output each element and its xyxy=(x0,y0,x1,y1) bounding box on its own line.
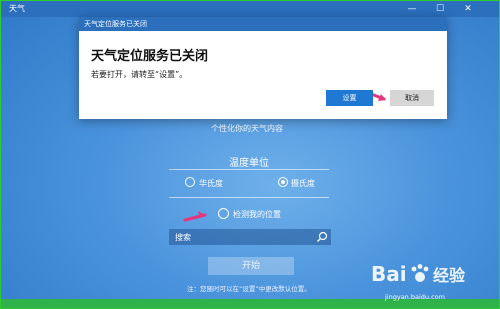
close-button[interactable]: ✕ xyxy=(457,1,479,17)
dialog-heading: 天气定位服务已关闭 xyxy=(91,49,209,64)
celsius-label[interactable]: 摄氏度 xyxy=(291,178,315,189)
svg-text:经验: 经验 xyxy=(433,266,466,285)
detect-location-label[interactable]: 检测我的位置 xyxy=(233,209,281,220)
svg-text:Bai: Bai xyxy=(371,262,407,286)
search-input[interactable]: 搜索 xyxy=(175,232,191,243)
location-off-dialog: 天气定位服务已关闭 天气定位服务已关闭 若要打开，请转至“设置”。 设置 取消 xyxy=(79,17,447,119)
dialog-title-bar: 天气定位服务已关闭 xyxy=(79,17,447,31)
maximize-button[interactable]: ☐ xyxy=(429,1,451,17)
personalize-text: 个性化你的天气内容 xyxy=(211,124,283,133)
app-window: 天气 — ☐ ✕ 个性化你的天气内容 温度单位 华氏度 摄氏度 检测我的位置 搜… xyxy=(0,0,500,309)
minimize-button[interactable]: — xyxy=(401,1,423,17)
search-box[interactable]: 搜索 xyxy=(169,229,331,245)
cancel-button[interactable]: 取消 xyxy=(390,90,434,106)
detect-location-radio[interactable] xyxy=(218,208,229,219)
title-bar[interactable]: 天气 — ☐ ✕ xyxy=(1,1,499,17)
divider xyxy=(169,197,329,198)
fahrenheit-label[interactable]: 华氏度 xyxy=(199,178,223,189)
note-text: 注：您随时可以在“设置”中更改默认位置。 xyxy=(187,285,311,293)
temperature-unit-title: 温度单位 xyxy=(229,158,269,169)
start-button[interactable]: 开始 xyxy=(208,257,294,275)
dialog-message: 若要打开，请转至“设置”。 xyxy=(91,70,188,79)
divider xyxy=(169,169,329,170)
settings-button[interactable]: 设置 xyxy=(326,90,373,106)
watermark-url: jingyan.baidu.com xyxy=(385,293,445,301)
search-icon[interactable] xyxy=(316,231,328,243)
app-title: 天气 xyxy=(9,4,25,13)
fahrenheit-radio[interactable] xyxy=(185,177,195,187)
celsius-radio[interactable] xyxy=(278,177,288,187)
dialog-title: 天气定位服务已关闭 xyxy=(84,20,147,28)
pointer-arrow-icon xyxy=(183,211,207,222)
